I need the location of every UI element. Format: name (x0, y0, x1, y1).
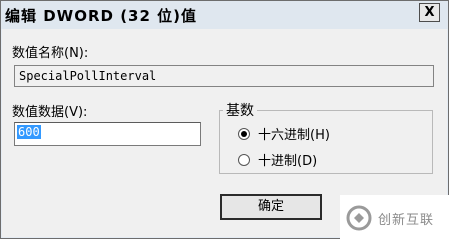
radio-decimal[interactable]: 十进制(D) (238, 150, 317, 169)
title-bar[interactable]: 编辑 DWORD (32 位)值 X (1, 1, 448, 29)
base-group-title: 基数 (223, 100, 257, 120)
watermark: 创新互联 (340, 195, 451, 241)
watermark-text: 创新互联 (378, 212, 435, 228)
dialog-title: 编辑 DWORD (32 位)值 (5, 7, 198, 25)
radio-selected-icon[interactable] (238, 127, 250, 140)
value-name-label: 数值名称(N): (12, 46, 89, 61)
value-name-field: SpecialPollInterval (14, 65, 434, 87)
radio-decimal-label: 十进制(D) (258, 154, 318, 169)
value-data-text: 600 (17, 125, 41, 139)
close-icon: X (424, 5, 435, 20)
radio-hexadecimal[interactable]: 十六进制(H) (238, 124, 330, 143)
brand-logo-icon (346, 205, 372, 231)
close-button[interactable]: X (419, 3, 440, 22)
radio-unselected-icon[interactable] (238, 153, 250, 166)
value-data-label: 数值数据(V): (12, 105, 88, 120)
radio-hexadecimal-label: 十六进制(H) (258, 128, 330, 143)
value-data-input[interactable]: 600 (14, 122, 201, 146)
ok-button[interactable]: 确定 (220, 194, 322, 220)
